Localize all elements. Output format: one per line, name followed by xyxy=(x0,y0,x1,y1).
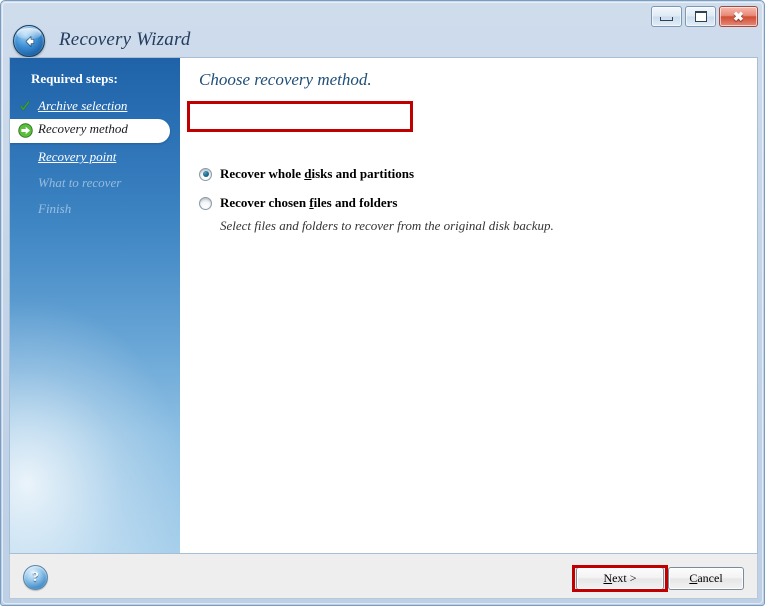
green-check-icon xyxy=(17,99,33,115)
wizard-window: ✖ Recovery Wizard Required steps: Archiv… xyxy=(0,0,765,606)
help-button[interactable]: ? xyxy=(23,565,48,590)
sidebar-item-label: Archive selection xyxy=(38,98,128,113)
wizard-header: Recovery Wizard xyxy=(2,2,765,57)
green-arrow-icon xyxy=(17,122,33,138)
sidebar-item-archive-selection[interactable]: Archive selection xyxy=(10,96,180,120)
back-arrow-icon xyxy=(25,35,34,47)
cancel-button[interactable]: Cancel xyxy=(668,567,744,590)
question-mark-icon: ? xyxy=(32,569,39,585)
sidebar-item-label: Recovery method xyxy=(38,121,128,136)
radio-button-selected[interactable] xyxy=(199,167,212,181)
sidebar-item-finish: Finish xyxy=(10,199,180,223)
window-title: Recovery Wizard xyxy=(59,29,191,50)
radio-button-unselected[interactable] xyxy=(199,196,212,210)
sidebar-item-label: Recovery point xyxy=(38,149,117,164)
page-title: Choose recovery method. xyxy=(199,70,372,89)
option-label: Recover chosen files and folders xyxy=(220,195,398,210)
sidebar-item-label: Finish xyxy=(38,201,72,216)
sidebar-item-label: What to recover xyxy=(38,175,122,190)
wizard-body: Required steps: Archive selection Recove… xyxy=(9,57,758,554)
option-recover-whole-disks[interactable]: Recover whole disks and partitions xyxy=(199,164,414,184)
back-button[interactable] xyxy=(13,25,45,57)
sidebar: Required steps: Archive selection Recove… xyxy=(10,58,180,553)
option-recover-chosen-files[interactable]: Recover chosen files and folders xyxy=(199,193,397,213)
sidebar-item-recovery-method[interactable]: Recovery method xyxy=(10,119,170,143)
sidebar-item-what-to-recover: What to recover xyxy=(10,173,180,197)
next-button[interactable]: Next > xyxy=(576,567,664,590)
sidebar-heading: Required steps: xyxy=(31,71,118,86)
option-description: Select files and folders to recover from… xyxy=(220,218,554,233)
main-content: Choose recovery method. Recover whole di… xyxy=(180,58,757,553)
option-label: Recover whole disks and partitions xyxy=(220,166,415,181)
sidebar-item-recovery-point[interactable]: Recovery point xyxy=(10,147,180,171)
